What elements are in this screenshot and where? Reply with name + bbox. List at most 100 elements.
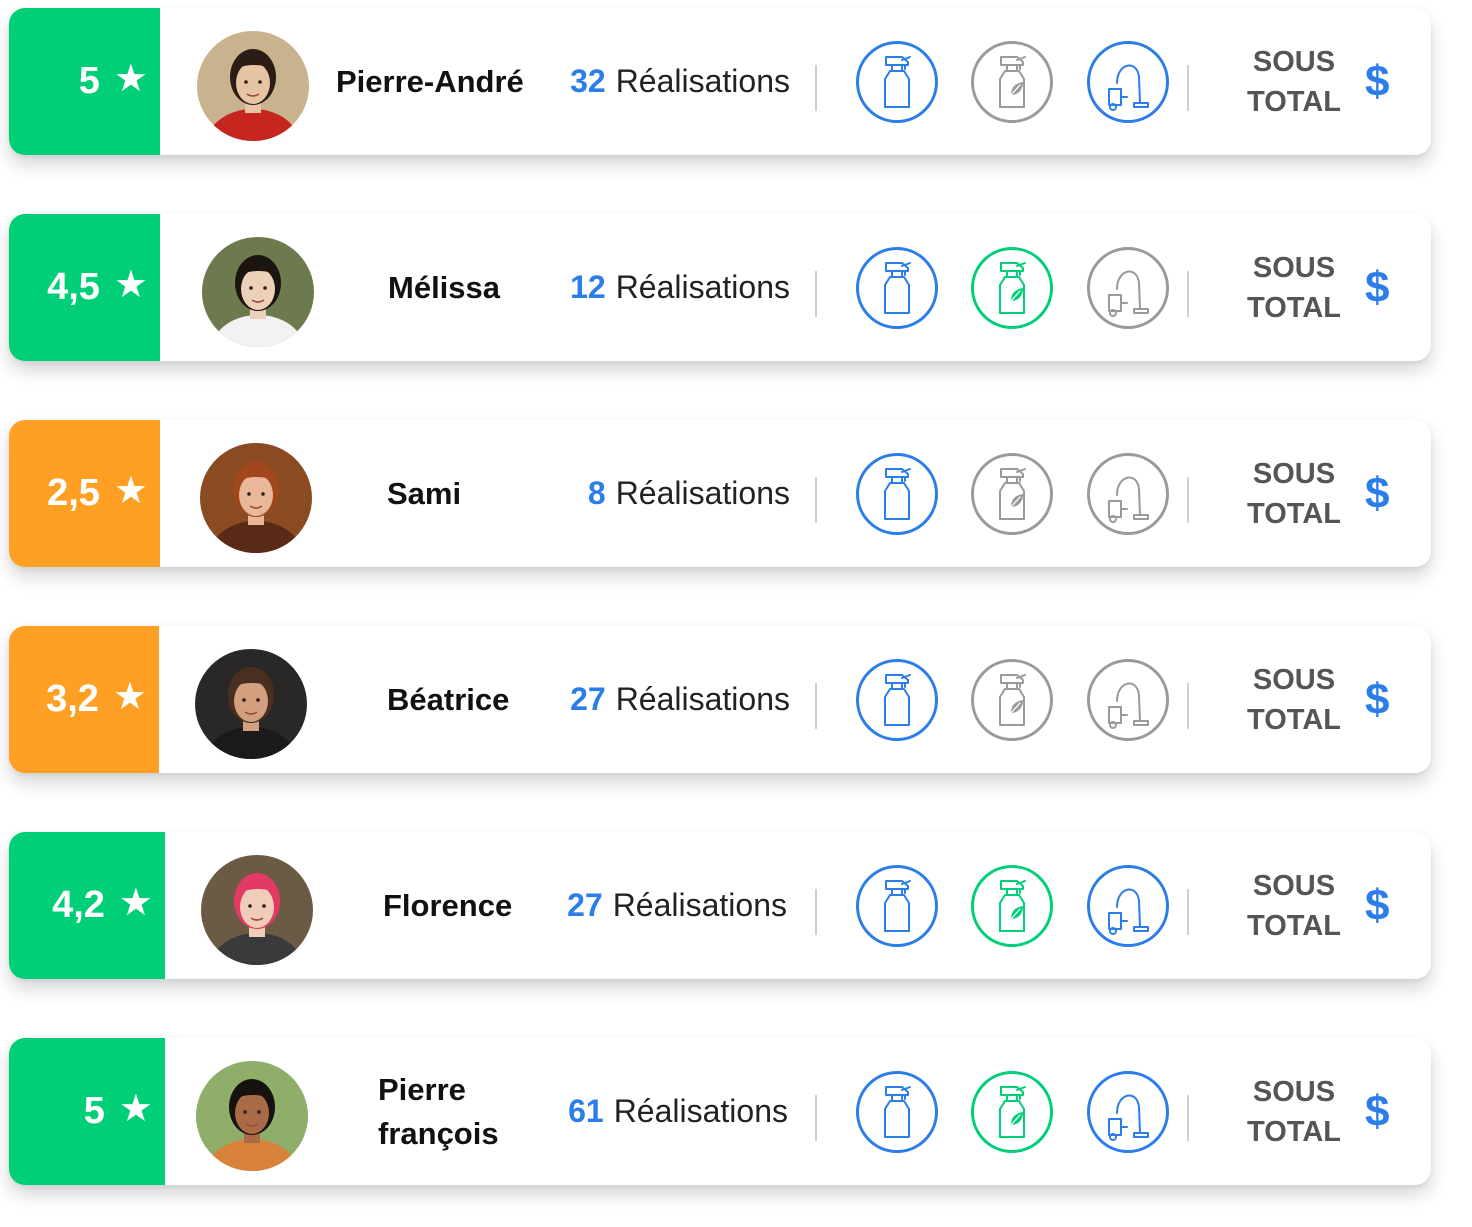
service-spray-toggle[interactable] bbox=[856, 247, 938, 329]
service-vacuum-toggle[interactable] bbox=[1087, 659, 1169, 741]
subtotal-line2: TOTAL bbox=[1247, 703, 1341, 736]
dollar-icon[interactable]: $ bbox=[1365, 626, 1389, 773]
spray-bottle-icon bbox=[872, 877, 922, 935]
spray-bottle-icon bbox=[872, 671, 922, 729]
service-spray-toggle[interactable] bbox=[856, 865, 938, 947]
realisations-label: Réalisations bbox=[615, 63, 790, 99]
rating-value: 2,5 bbox=[47, 472, 100, 514]
subtotal-line2: TOTAL bbox=[1247, 291, 1341, 324]
service-eco-spray-toggle[interactable] bbox=[971, 1071, 1053, 1153]
realisations: 61 Réalisations bbox=[568, 1038, 788, 1185]
provider-card[interactable]: 4,5 ★ Mélissa 12 Réalisations SOUS TOTAL… bbox=[9, 214, 1431, 361]
service-eco-spray-toggle[interactable] bbox=[971, 247, 1053, 329]
provider-card[interactable]: 5 ★ Pierre françois 61 Réalisations SOUS… bbox=[9, 1038, 1431, 1185]
realisations-count: 12 bbox=[570, 269, 606, 305]
divider bbox=[815, 271, 817, 317]
eco-spray-bottle-icon bbox=[987, 877, 1037, 935]
rating-badge: 4,2 ★ bbox=[9, 832, 165, 979]
service-vacuum-toggle[interactable] bbox=[1087, 453, 1169, 535]
realisations-count: 27 bbox=[567, 887, 603, 923]
realisations-count: 32 bbox=[570, 63, 606, 99]
eco-spray-bottle-icon bbox=[987, 53, 1037, 111]
realisations-label: Réalisations bbox=[615, 475, 790, 511]
provider-name: Florence bbox=[383, 832, 512, 979]
rating-value: 3,2 bbox=[46, 678, 99, 720]
dollar-icon[interactable]: $ bbox=[1365, 1038, 1389, 1185]
divider bbox=[1187, 271, 1189, 317]
realisations-label: Réalisations bbox=[612, 887, 787, 923]
provider-card[interactable]: 4,2 ★ Florence 27 Réalisations SOUS TOTA… bbox=[9, 832, 1431, 979]
realisations: 27 Réalisations bbox=[570, 626, 790, 773]
dollar-icon[interactable]: $ bbox=[1365, 832, 1389, 979]
rating-value: 5 bbox=[83, 1090, 105, 1132]
subtotal-line1: SOUS bbox=[1252, 1075, 1336, 1108]
star-icon: ★ bbox=[113, 469, 148, 512]
divider bbox=[1187, 683, 1189, 729]
divider bbox=[815, 65, 817, 111]
subtotal-line1: SOUS bbox=[1252, 45, 1336, 78]
vacuum-cleaner-icon bbox=[1103, 1083, 1153, 1141]
provider-card[interactable]: 3,2 ★ Béatrice 27 Réalisations SOUS TOTA… bbox=[9, 626, 1431, 773]
avatar bbox=[202, 237, 314, 347]
spray-bottle-icon bbox=[872, 259, 922, 317]
vacuum-cleaner-icon bbox=[1103, 53, 1153, 111]
eco-spray-bottle-icon bbox=[987, 1083, 1037, 1141]
provider-name: Mélissa bbox=[388, 214, 500, 361]
avatar-photo bbox=[200, 443, 312, 553]
spray-bottle-icon bbox=[872, 465, 922, 523]
provider-card[interactable]: 5 ★ Pierre-André 32 Réalisations SOUS TO… bbox=[9, 8, 1431, 155]
vacuum-cleaner-icon bbox=[1103, 259, 1153, 317]
provider-card[interactable]: 2,5 ★ Sami 8 Réalisations SOUS TOTAL $ bbox=[9, 420, 1431, 567]
avatar bbox=[195, 649, 307, 759]
service-vacuum-toggle[interactable] bbox=[1087, 1071, 1169, 1153]
service-spray-toggle[interactable] bbox=[856, 659, 938, 741]
divider bbox=[815, 1095, 817, 1141]
divider bbox=[1187, 477, 1189, 523]
provider-name-line2: françois bbox=[378, 1115, 499, 1151]
dollar-icon[interactable]: $ bbox=[1365, 8, 1389, 155]
avatar bbox=[200, 443, 312, 553]
service-vacuum-toggle[interactable] bbox=[1087, 41, 1169, 123]
subtotal-label: SOUS TOTAL bbox=[1244, 1038, 1344, 1185]
service-eco-spray-toggle[interactable] bbox=[971, 453, 1053, 535]
avatar-photo bbox=[202, 237, 314, 347]
provider-name-line1: Mélissa bbox=[388, 269, 501, 305]
star-icon: ★ bbox=[118, 1087, 153, 1130]
avatar bbox=[201, 855, 313, 965]
service-spray-toggle[interactable] bbox=[856, 41, 938, 123]
service-spray-toggle[interactable] bbox=[856, 453, 938, 535]
star-icon: ★ bbox=[113, 57, 148, 100]
dollar-icon[interactable]: $ bbox=[1365, 420, 1389, 567]
service-spray-toggle[interactable] bbox=[856, 1071, 938, 1153]
rating-badge: 3,2 ★ bbox=[9, 626, 159, 773]
divider bbox=[1187, 889, 1189, 935]
rating-badge: 5 ★ bbox=[9, 1038, 165, 1185]
spray-bottle-icon bbox=[872, 53, 922, 111]
realisations: 12 Réalisations bbox=[570, 214, 790, 361]
star-icon: ★ bbox=[112, 675, 147, 718]
service-vacuum-toggle[interactable] bbox=[1087, 247, 1169, 329]
subtotal-line2: TOTAL bbox=[1247, 909, 1341, 942]
provider-name: Pierre-André bbox=[336, 8, 524, 155]
divider bbox=[815, 477, 817, 523]
service-vacuum-toggle[interactable] bbox=[1087, 865, 1169, 947]
subtotal-line1: SOUS bbox=[1252, 869, 1336, 902]
avatar bbox=[197, 31, 309, 141]
service-eco-spray-toggle[interactable] bbox=[971, 865, 1053, 947]
subtotal-line2: TOTAL bbox=[1247, 497, 1341, 530]
divider bbox=[1187, 65, 1189, 111]
subtotal-label: SOUS TOTAL bbox=[1244, 8, 1344, 155]
eco-spray-bottle-icon bbox=[987, 671, 1037, 729]
rating-badge: 4,5 ★ bbox=[9, 214, 160, 361]
realisations-count: 8 bbox=[587, 475, 606, 511]
realisations: 27 Réalisations bbox=[567, 832, 787, 979]
rating-value: 4,2 bbox=[52, 884, 105, 926]
service-eco-spray-toggle[interactable] bbox=[971, 659, 1053, 741]
provider-name: Béatrice bbox=[387, 626, 509, 773]
star-icon: ★ bbox=[118, 881, 153, 924]
provider-name-line1: Sami bbox=[387, 475, 462, 511]
provider-name-line1: Pierre bbox=[378, 1072, 466, 1108]
subtotal-label: SOUS TOTAL bbox=[1244, 832, 1344, 979]
service-eco-spray-toggle[interactable] bbox=[971, 41, 1053, 123]
dollar-icon[interactable]: $ bbox=[1365, 214, 1389, 361]
